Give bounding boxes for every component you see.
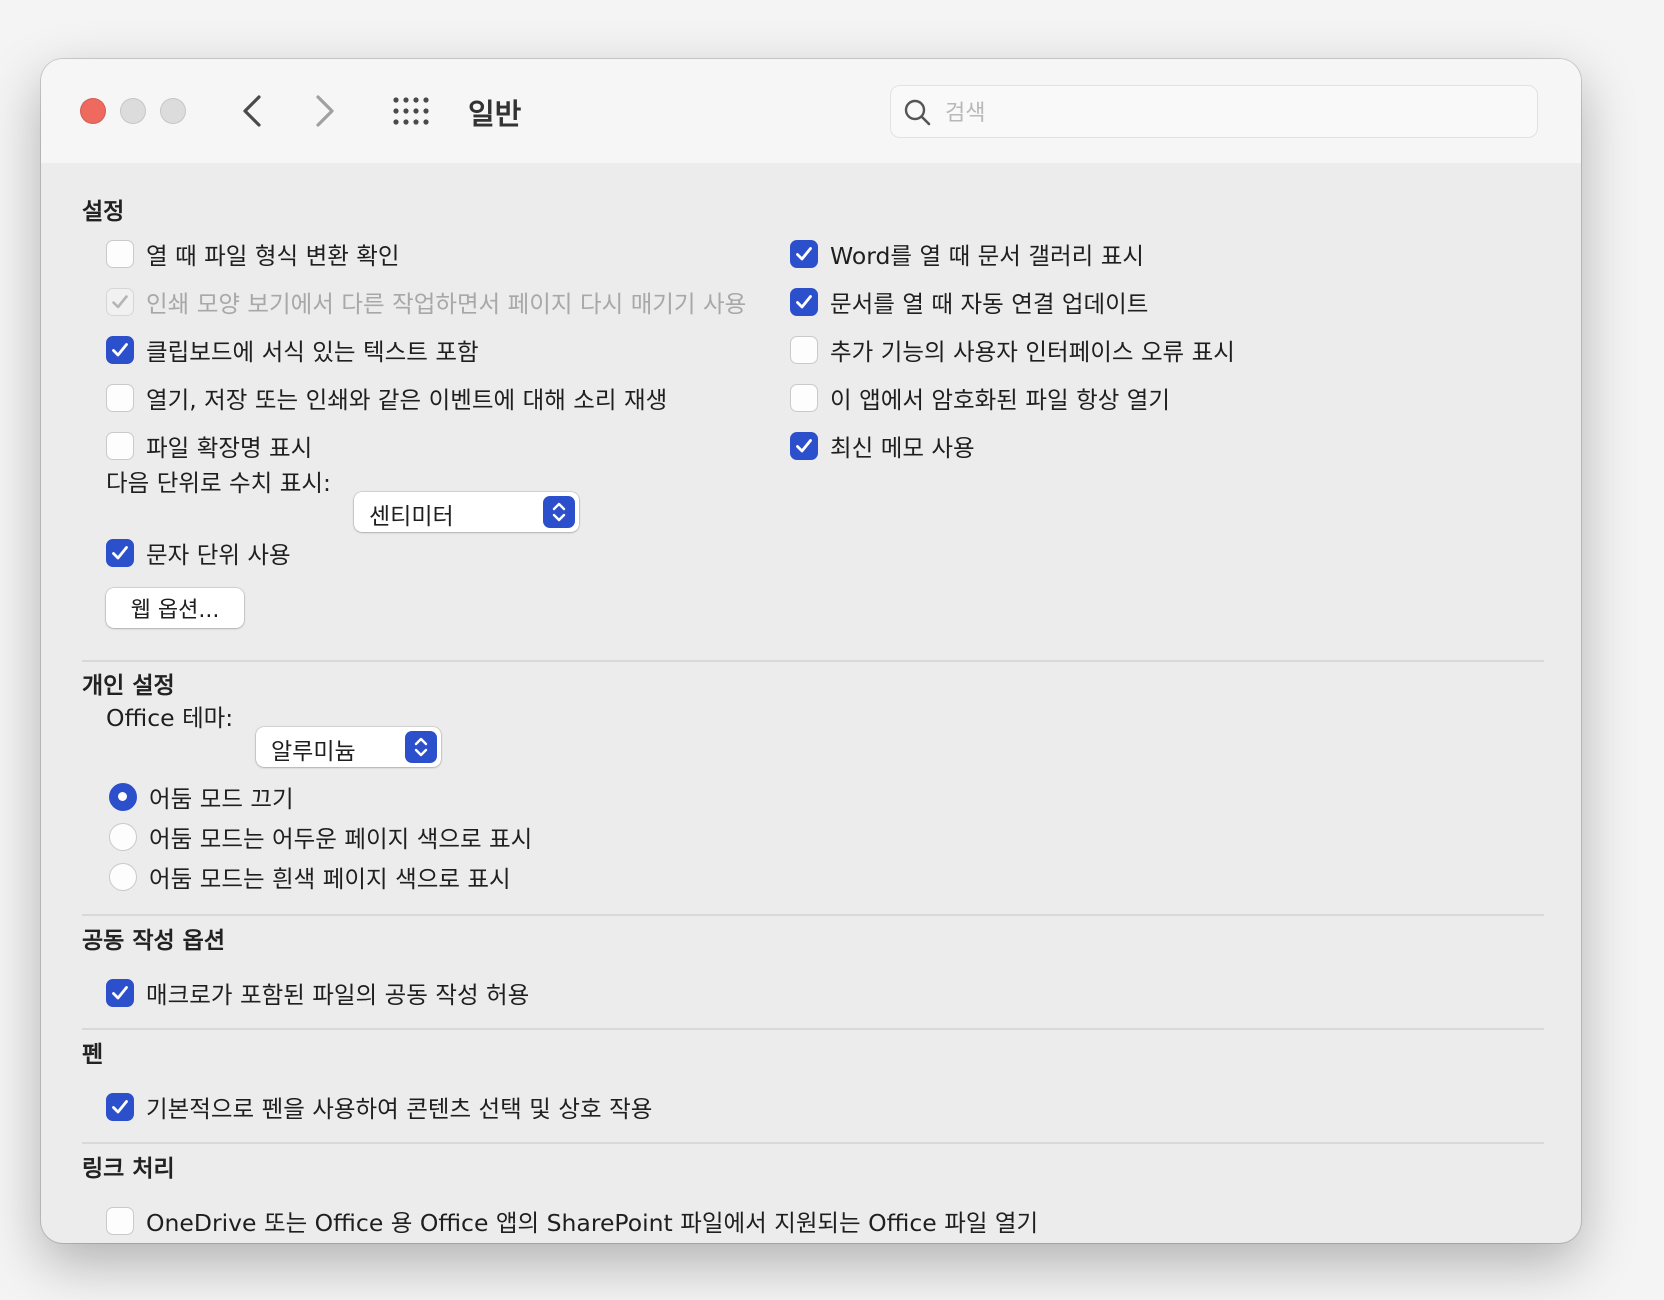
back-button[interactable] xyxy=(233,89,273,133)
checkmark-icon xyxy=(796,247,812,261)
checkbox[interactable] xyxy=(106,384,134,412)
checkbox[interactable] xyxy=(790,384,818,412)
chevron-right-icon xyxy=(316,95,334,127)
checkmark-icon xyxy=(112,546,128,560)
section-title-link-handling: 링크 처리 xyxy=(82,1156,175,1182)
checkbox-row-confirm-conversion[interactable]: 열 때 파일 형식 변환 확인 xyxy=(106,238,400,270)
radio-row-dark-off[interactable]: 어둠 모드 끄기 xyxy=(109,781,294,813)
units-label: 다음 단위로 수치 표시: xyxy=(106,469,331,497)
checkbox-row-addin-errors[interactable]: 추가 기능의 사용자 인터페이스 오류 표시 xyxy=(790,334,1235,366)
radio-label: 어둠 모드는 어두운 페이지 색으로 표시 xyxy=(149,825,533,853)
checkbox-label: 문서를 열 때 자동 연결 업데이트 xyxy=(830,290,1149,318)
close-window-button[interactable] xyxy=(80,98,106,124)
search-input[interactable] xyxy=(943,93,1527,133)
forward-button[interactable] xyxy=(304,89,344,133)
divider xyxy=(82,660,1544,662)
radio-label: 어둠 모드는 흰색 페이지 색으로 표시 xyxy=(149,865,511,893)
window-title: 일반 xyxy=(468,97,522,131)
checkbox[interactable] xyxy=(106,1093,134,1121)
checkbox[interactable] xyxy=(106,336,134,364)
checkbox-label: 이 앱에서 암호화된 파일 항상 열기 xyxy=(830,386,1171,414)
checkbox[interactable] xyxy=(790,336,818,364)
radio-button[interactable] xyxy=(109,823,137,851)
radio-label: 어둠 모드 끄기 xyxy=(149,785,294,813)
theme-select-value: 알루미늄 xyxy=(271,739,356,765)
divider xyxy=(82,1142,1544,1144)
radio-button[interactable] xyxy=(109,863,137,891)
grid-icon xyxy=(393,97,429,125)
checkmark-icon xyxy=(112,986,128,1000)
section-title-personal: 개인 설정 xyxy=(82,673,175,699)
checkbox-label: 클립보드에 서식 있는 텍스트 포함 xyxy=(146,338,479,366)
checkbox[interactable] xyxy=(790,240,818,268)
checkbox-label: Word를 열 때 문서 갤러리 표시 xyxy=(830,242,1144,270)
checkbox-label: 열기, 저장 또는 인쇄와 같은 이벤트에 대해 소리 재생 xyxy=(146,386,668,414)
checkbox-label: 인쇄 모양 보기에서 다른 작업하면서 페이지 다시 매기기 사용 xyxy=(146,290,747,318)
zoom-window-button[interactable] xyxy=(160,98,186,124)
checkbox-row-pen-select[interactable]: 기본적으로 펜을 사용하여 콘텐츠 선택 및 상호 작용 xyxy=(106,1091,652,1123)
checkbox-label: 열 때 파일 형식 변환 확인 xyxy=(146,242,400,270)
checkmark-icon xyxy=(112,1100,128,1114)
checkbox-row-open-office-files[interactable]: OneDrive 또는 Office 용 Office 앱의 SharePoin… xyxy=(106,1205,1038,1237)
checkbox-row-background-repagination: 인쇄 모양 보기에서 다른 작업하면서 페이지 다시 매기기 사용 xyxy=(106,286,746,318)
section-title-settings: 설정 xyxy=(82,199,125,225)
search-field[interactable] xyxy=(890,85,1538,138)
checkmark-icon xyxy=(796,439,812,453)
preferences-window: 일반 설정 열 때 파일 형식 변환 확인 인쇄 모양 보기에서 다른 작업하면… xyxy=(41,59,1581,1243)
checkbox[interactable] xyxy=(106,539,134,567)
checkbox[interactable] xyxy=(790,432,818,460)
theme-select[interactable]: 알루미늄 xyxy=(256,727,441,767)
checkbox-row-include-formatted-text[interactable]: 클립보드에 서식 있는 텍스트 포함 xyxy=(106,334,479,366)
search-icon xyxy=(904,99,931,126)
section-title-coauthoring: 공동 작성 옵션 xyxy=(82,928,225,954)
checkbox-label: 파일 확장명 표시 xyxy=(146,434,313,462)
checkbox-label: OneDrive 또는 Office 용 Office 앱의 SharePoin… xyxy=(146,1209,1039,1237)
checkbox-row-modern-comments[interactable]: 최신 메모 사용 xyxy=(790,430,975,462)
select-arrows-icon xyxy=(543,496,575,528)
theme-label: Office 테마: xyxy=(106,704,234,732)
radio-row-white-page[interactable]: 어둠 모드는 흰색 페이지 색으로 표시 xyxy=(109,861,511,893)
checkmark-icon xyxy=(112,295,128,309)
checkbox[interactable] xyxy=(790,288,818,316)
units-select[interactable]: 센티미터 xyxy=(354,492,579,532)
web-options-button[interactable]: 웹 옵션... xyxy=(106,588,244,628)
checkbox[interactable] xyxy=(106,979,134,1007)
checkbox[interactable] xyxy=(106,432,134,460)
titlebar: 일반 xyxy=(41,59,1581,163)
checkbox-row-play-sounds[interactable]: 열기, 저장 또는 인쇄와 같은 이벤트에 대해 소리 재생 xyxy=(106,382,667,414)
checkbox-row-encrypted-files[interactable]: 이 앱에서 암호화된 파일 항상 열기 xyxy=(790,382,1170,414)
show-all-button[interactable] xyxy=(393,96,429,126)
checkbox-row-macro-coauthoring[interactable]: 매크로가 포함된 파일의 공동 작성 허용 xyxy=(106,977,529,1009)
checkbox xyxy=(106,288,134,316)
checkbox-row-update-links[interactable]: 문서를 열 때 자동 연결 업데이트 xyxy=(790,286,1148,318)
checkmark-icon xyxy=(796,295,812,309)
section-title-pen: 펜 xyxy=(82,1042,104,1068)
checkmark-icon xyxy=(112,343,128,357)
checkbox-label: 기본적으로 펜을 사용하여 콘텐츠 선택 및 상호 작용 xyxy=(146,1095,653,1123)
checkbox-label: 문자 단위 사용 xyxy=(146,541,291,569)
radio-button[interactable] xyxy=(109,783,137,811)
minimize-window-button[interactable] xyxy=(120,98,146,124)
divider xyxy=(82,1028,1544,1030)
checkbox-row-document-gallery[interactable]: Word를 열 때 문서 갤러리 표시 xyxy=(790,238,1144,270)
checkbox-label: 매크로가 포함된 파일의 공동 작성 허용 xyxy=(146,981,530,1009)
select-arrows-icon xyxy=(405,731,437,763)
checkbox-row-char-units[interactable]: 문자 단위 사용 xyxy=(106,537,291,569)
divider xyxy=(82,914,1544,916)
checkbox[interactable] xyxy=(106,1207,134,1235)
radio-row-dark-page[interactable]: 어둠 모드는 어두운 페이지 색으로 표시 xyxy=(109,821,532,853)
chevron-left-icon xyxy=(243,95,261,127)
checkbox-row-show-extensions[interactable]: 파일 확장명 표시 xyxy=(106,430,312,462)
checkbox-label: 최신 메모 사용 xyxy=(830,434,975,462)
checkbox[interactable] xyxy=(106,240,134,268)
checkbox-label: 추가 기능의 사용자 인터페이스 오류 표시 xyxy=(830,338,1235,366)
units-select-value: 센티미터 xyxy=(369,504,454,530)
